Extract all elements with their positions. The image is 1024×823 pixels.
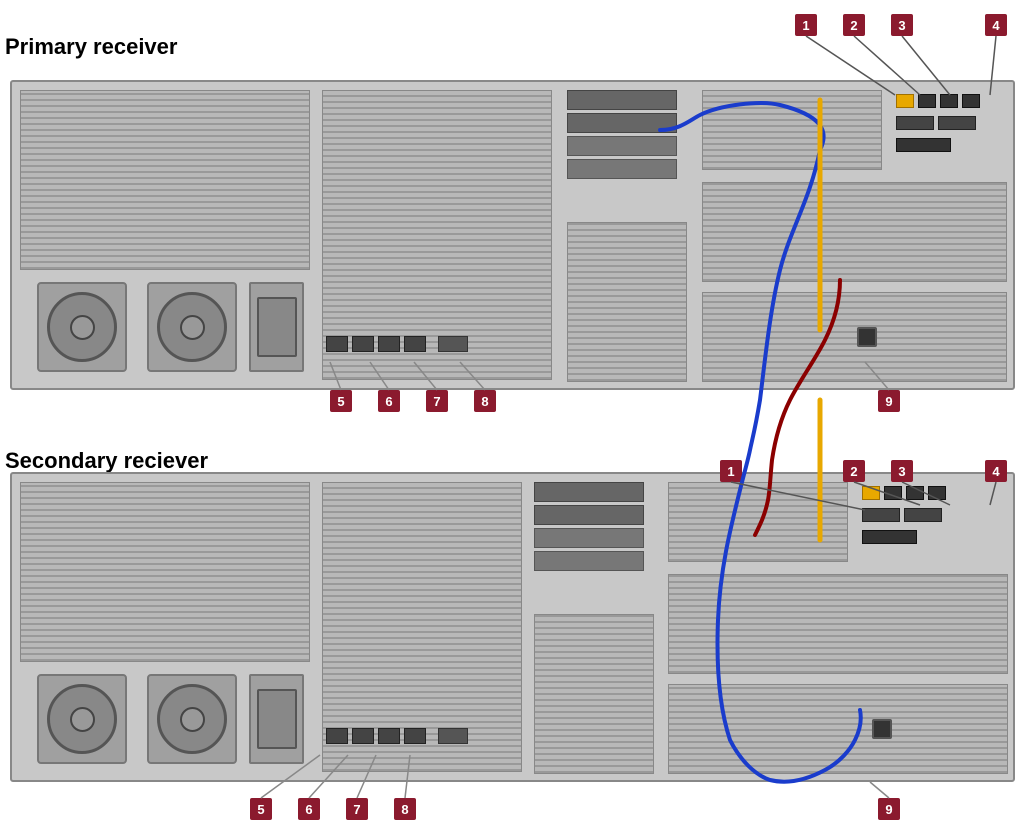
primary-badge-4: 4 bbox=[985, 14, 1007, 36]
secondary-right-ports bbox=[534, 482, 654, 602]
primary-vent-far-right-bot bbox=[702, 292, 1007, 382]
primary-badge-5: 5 bbox=[330, 390, 352, 412]
primary-fan-3 bbox=[249, 282, 304, 372]
primary-vent-left bbox=[20, 90, 310, 270]
secondary-callout-9 bbox=[870, 782, 889, 798]
secondary-receiver-label: Secondary reciever bbox=[5, 448, 208, 474]
secondary-server-unit bbox=[10, 472, 1015, 782]
primary-fan-2 bbox=[147, 282, 237, 372]
secondary-fan-1 bbox=[37, 674, 127, 764]
primary-badge-9: 9 bbox=[878, 390, 900, 412]
secondary-top-right-ports bbox=[858, 482, 1008, 562]
primary-badge-1: 1 bbox=[795, 14, 817, 36]
primary-vent-far-right-top bbox=[702, 90, 882, 170]
primary-fan-1 bbox=[37, 282, 127, 372]
secondary-badge-2: 2 bbox=[843, 460, 865, 482]
secondary-fan-2 bbox=[147, 674, 237, 764]
secondary-port-row bbox=[322, 724, 472, 748]
secondary-badge-7: 7 bbox=[346, 798, 368, 820]
secondary-badge-8: 8 bbox=[394, 798, 416, 820]
primary-top-right-ports bbox=[892, 90, 1007, 170]
secondary-port-9 bbox=[872, 719, 892, 739]
secondary-badge-5: 5 bbox=[250, 798, 272, 820]
primary-badge-6: 6 bbox=[378, 390, 400, 412]
primary-port-row bbox=[322, 332, 472, 356]
primary-vent-far-right-mid bbox=[702, 182, 1007, 282]
primary-receiver-label: Primary receiver bbox=[5, 34, 177, 60]
secondary-badge-1: 1 bbox=[720, 460, 742, 482]
secondary-badge-4: 4 bbox=[985, 460, 1007, 482]
secondary-badge-6: 6 bbox=[298, 798, 320, 820]
secondary-vent-left bbox=[20, 482, 310, 662]
secondary-vent-far-right-top bbox=[668, 482, 848, 562]
primary-badge-2: 2 bbox=[843, 14, 865, 36]
primary-badge-8: 8 bbox=[474, 390, 496, 412]
secondary-vent-far-right-bot bbox=[668, 684, 1008, 774]
primary-badge-3: 3 bbox=[891, 14, 913, 36]
primary-server-unit bbox=[10, 80, 1015, 390]
page-container: Primary receiver bbox=[0, 0, 1024, 823]
primary-right-ports bbox=[567, 90, 687, 210]
secondary-vent-right-mid bbox=[534, 614, 654, 774]
secondary-vent-far-right-mid bbox=[668, 574, 1008, 674]
primary-badge-7: 7 bbox=[426, 390, 448, 412]
secondary-badge-9: 9 bbox=[878, 798, 900, 820]
secondary-fan-3 bbox=[249, 674, 304, 764]
primary-port-9 bbox=[857, 327, 877, 347]
primary-vent-right-mid bbox=[567, 222, 687, 382]
secondary-badge-3: 3 bbox=[891, 460, 913, 482]
